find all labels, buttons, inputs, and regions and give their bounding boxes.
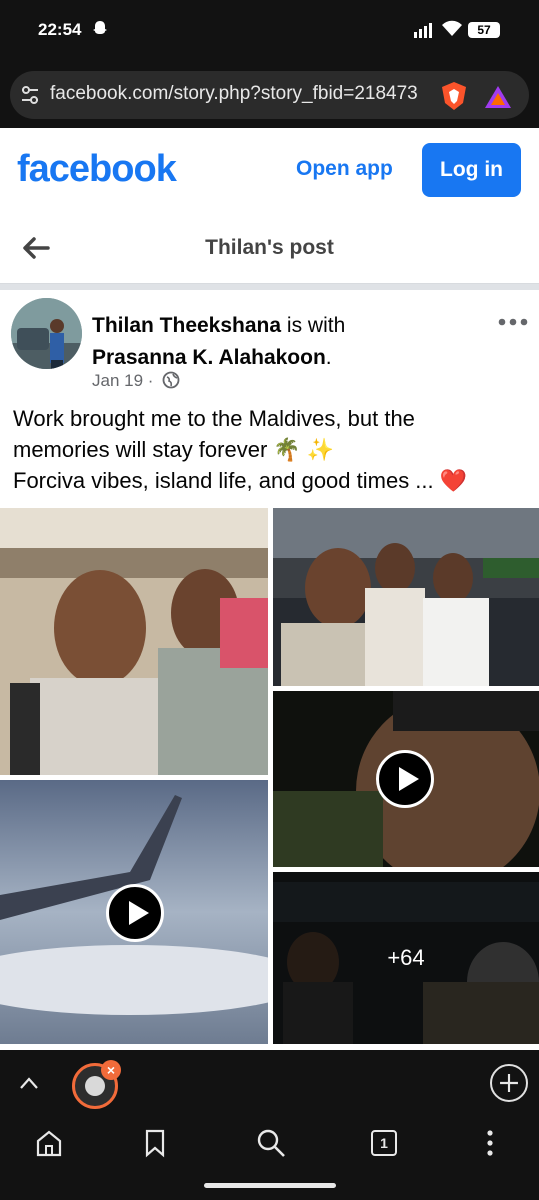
author-name[interactable]: Thilan Theekshana	[92, 314, 281, 337]
post-meta: Jan 19 ·	[92, 371, 180, 391]
snapchat-icon	[93, 21, 107, 34]
brave-rewards-icon[interactable]	[484, 85, 512, 109]
post-photo[interactable]	[0, 508, 268, 775]
post-photo-more[interactable]: +64	[273, 872, 539, 1044]
chevron-up-icon[interactable]	[18, 1074, 40, 1092]
tagged-name[interactable]: Prasanna K. Alahakoon	[92, 346, 326, 369]
post-date[interactable]: Jan 19	[92, 371, 143, 390]
tab-count-button[interactable]: 1	[371, 1130, 397, 1156]
more-photos-count[interactable]: +64	[273, 872, 539, 1044]
status-bar: 22:54 57	[0, 0, 539, 62]
home-icon[interactable]	[34, 1128, 64, 1158]
globe-icon	[85, 1076, 105, 1096]
facebook-header: facebook Open app Log in	[0, 128, 539, 214]
play-icon[interactable]	[376, 750, 434, 808]
post-photo[interactable]	[273, 508, 539, 686]
caption-line: Work brought me to the Maldives, but the	[13, 406, 415, 431]
facebook-logo[interactable]: facebook	[17, 148, 177, 191]
web-page: facebook Open app Log in Thilan's post T…	[0, 128, 539, 1050]
wifi-icon	[442, 20, 462, 36]
status-time: 22:54	[38, 20, 82, 39]
post-header-title: Thilan's post	[205, 236, 334, 259]
browser-bottom-bar: × 1	[0, 1050, 539, 1200]
new-tab-icon[interactable]	[490, 1064, 528, 1102]
signal-icon	[414, 23, 432, 38]
url-text[interactable]: facebook.com/story.php?story_fbid=218473	[50, 83, 430, 107]
brave-shields-icon[interactable]	[440, 81, 468, 111]
caption-line: memories will stay forever 🌴 ✨	[13, 437, 335, 462]
log-in-button[interactable]: Log in	[422, 143, 521, 197]
post-video[interactable]	[273, 691, 539, 867]
period: .	[325, 346, 332, 369]
open-app-link[interactable]: Open app	[296, 157, 393, 181]
post-author-line: Thilan Theekshana is with Prasanna K. Al…	[92, 310, 492, 374]
site-settings-icon[interactable]	[20, 85, 40, 105]
avatar[interactable]	[11, 298, 82, 369]
more-options-icon[interactable]	[498, 318, 528, 326]
with-text: is with	[281, 314, 346, 337]
meta-dot: ·	[143, 371, 159, 390]
post-caption: Work brought me to the Maldives, but the…	[13, 403, 528, 496]
close-tab-icon[interactable]: ×	[101, 1060, 121, 1080]
browser-toolbar: facebook.com/story.php?story_fbid=218473	[0, 62, 539, 128]
menu-dots-icon[interactable]	[475, 1128, 505, 1158]
gesture-bar	[204, 1183, 336, 1188]
play-icon[interactable]	[106, 884, 164, 942]
post-video[interactable]	[0, 780, 268, 1044]
search-icon[interactable]	[256, 1128, 286, 1158]
divider	[0, 284, 539, 290]
public-globe-icon	[162, 371, 180, 389]
address-bar[interactable]: facebook.com/story.php?story_fbid=218473	[10, 71, 529, 119]
battery-icon: 57	[468, 22, 500, 38]
caption-line: Forciva vibes, island life, and good tim…	[13, 468, 468, 493]
bookmark-icon[interactable]	[140, 1128, 170, 1158]
post-header: Thilan's post	[0, 214, 539, 284]
